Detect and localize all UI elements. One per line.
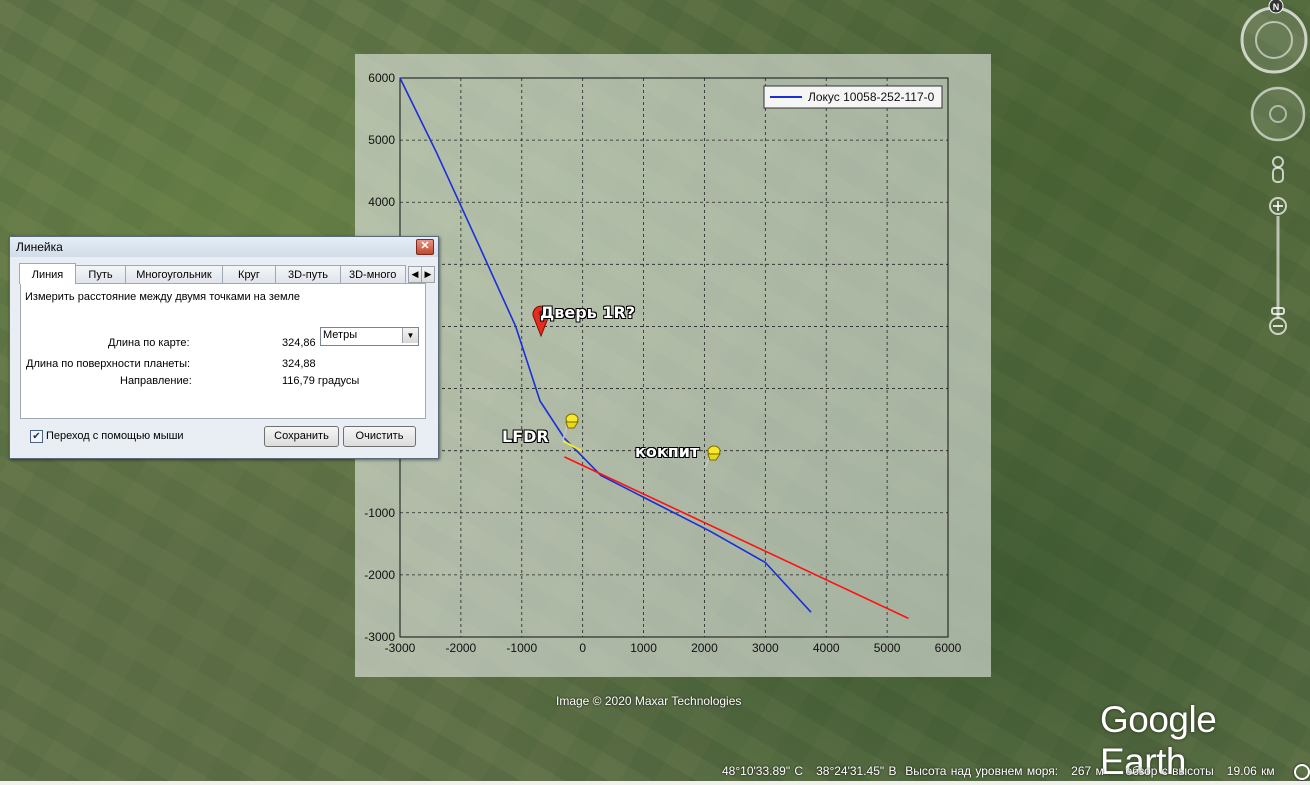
x-tick-label: 0 xyxy=(579,641,586,655)
ruler-line xyxy=(562,440,583,452)
ruler-description: Измерить расстояние между двумя точками … xyxy=(25,291,301,303)
unit-select[interactable]: Метры ▼ xyxy=(320,327,419,346)
streaming-progress-icon xyxy=(1294,764,1310,780)
y-tick-label: 4000 xyxy=(368,195,395,209)
x-tick-label: 6000 xyxy=(935,641,962,655)
map-length-label: Длина по карте: xyxy=(108,337,190,349)
compass-icon[interactable]: N xyxy=(1240,0,1308,74)
save-button[interactable]: Сохранить xyxy=(264,426,339,447)
y-tick-label: -3000 xyxy=(364,630,395,644)
y-tick-label: 5000 xyxy=(368,133,395,147)
ruler-panel: Измерить расстояние между двумя точками … xyxy=(20,283,426,419)
unit-select-value: Метры xyxy=(323,329,358,341)
tab-polygon[interactable]: Многоугольник xyxy=(125,265,223,284)
ruler-series-line xyxy=(564,456,909,620)
placemark-label[interactable]: кокпит xyxy=(635,442,699,461)
placemark-label[interactable]: LFDR xyxy=(502,427,549,446)
elevation-label: Высота над уровнем моря: xyxy=(905,764,1059,778)
eye-altitude-value: 19.06 км xyxy=(1226,764,1275,778)
plot-frame xyxy=(399,77,949,638)
tab-3d-polygon[interactable]: 3D-много xyxy=(340,265,406,283)
locus-chart: -3000 -2000 -1000 0 1000 2000 3000 4000 5000 6000… xyxy=(364,71,961,655)
scroll-left-button[interactable]: ◀ xyxy=(408,266,422,283)
street-view-icon[interactable] xyxy=(1272,156,1284,183)
placemark-label[interactable]: Дверь 1R? xyxy=(540,303,635,322)
yellow-pushpin-icon[interactable] xyxy=(702,444,726,470)
x-tick-label: 4000 xyxy=(813,641,840,655)
chevron-down-icon[interactable]: ▼ xyxy=(402,328,418,343)
tab-circle[interactable]: Круг xyxy=(222,265,276,284)
ground-length-value: 324,88 xyxy=(282,358,316,370)
close-icon: ✕ xyxy=(420,240,430,252)
ruler-dialog: Линейка ✕ Линия Путь Многоугольник Круг … xyxy=(9,236,439,459)
longitude-readout: 38°24'31.45" В xyxy=(816,764,897,778)
x-tick-label: 2000 xyxy=(691,641,718,655)
window-bottom-edge xyxy=(0,781,1310,785)
chart-legend: Локус 10058-252-117-0 xyxy=(763,85,943,109)
latitude-readout: 48°10'33.89" С xyxy=(722,764,804,778)
ruler-title: Линейка xyxy=(16,240,63,254)
eye-altitude-label: обзор с высоты xyxy=(1125,764,1214,778)
x-tick-label: -1000 xyxy=(506,641,537,655)
scroll-right-button[interactable]: ▶ xyxy=(421,266,435,283)
y-tick-label: -2000 xyxy=(364,568,395,582)
mouse-nav-checkbox[interactable]: ✔ xyxy=(30,430,43,443)
chevron-left-icon: ◀ xyxy=(411,269,419,279)
look-joystick-icon[interactable] xyxy=(1250,86,1306,142)
chart-grid xyxy=(399,77,949,638)
ground-length-label: Длина по поверхности планеты: xyxy=(26,358,191,370)
tab-path[interactable]: Путь xyxy=(75,265,126,284)
x-tick-label: -2000 xyxy=(446,641,477,655)
close-button[interactable]: ✕ xyxy=(416,239,434,255)
tab-3d-path[interactable]: 3D-путь xyxy=(275,265,341,284)
chart-series xyxy=(399,77,909,620)
y-tick-label: -1000 xyxy=(364,506,395,520)
x-tick-label: 5000 xyxy=(874,641,901,655)
heading-label: Направление: xyxy=(120,375,192,387)
imagery-attribution: Image © 2020 Maxar Technologies xyxy=(556,694,742,708)
heading-value: 116,79 градусы xyxy=(282,375,360,387)
ruler-titlebar[interactable]: Линейка ✕ xyxy=(10,237,438,257)
ruler-tabs: Линия Путь Многоугольник Круг 3D-путь 3D… xyxy=(19,263,435,284)
chevron-right-icon: ▶ xyxy=(424,269,432,279)
compass-north-label: N xyxy=(1273,2,1280,12)
locus-series-line xyxy=(399,77,812,613)
map-length-value: 324,86 xyxy=(282,337,316,349)
status-text: 48°10'33.89" С 38°24'31.45" В Высота над… xyxy=(722,764,1275,778)
elevation-value: 267 м xyxy=(1071,764,1104,778)
chart-ticks: -3000 -2000 -1000 0 1000 2000 3000 4000 5000 6000… xyxy=(364,71,961,655)
check-icon: ✔ xyxy=(32,431,41,442)
mouse-nav-label[interactable]: Переход с помощью мыши xyxy=(46,430,184,442)
x-tick-label: 1000 xyxy=(630,641,657,655)
tab-scroll: ◀ ▶ xyxy=(408,266,435,283)
zoom-slider[interactable] xyxy=(1269,197,1287,335)
y-tick-label: 6000 xyxy=(368,71,395,85)
clear-button[interactable]: Очистить xyxy=(343,426,416,447)
tab-line[interactable]: Линия xyxy=(19,263,76,284)
nav-controls: N xyxy=(1240,0,1308,335)
legend-label: Локус 10058-252-117-0 xyxy=(808,90,935,104)
x-tick-label: 3000 xyxy=(752,641,779,655)
